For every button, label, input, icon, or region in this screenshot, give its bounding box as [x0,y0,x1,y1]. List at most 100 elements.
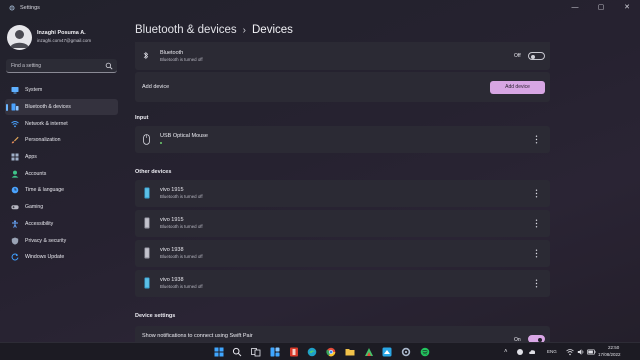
sidebar-item-accounts[interactable]: Accounts [5,165,118,182]
add-device-button[interactable]: Add device [490,81,545,94]
phone-icon [144,187,150,199]
breadcrumb-parent[interactable]: Bluetooth & devices [135,24,237,36]
brush-icon [11,136,19,144]
bluetooth-title: Bluetooth [160,50,184,56]
search-icon[interactable] [105,62,113,70]
clock-time[interactable]: 22:50 [608,345,619,350]
maximize-button[interactable]: ▢ [592,2,610,14]
app-icon-colorful[interactable] [364,347,374,357]
tray-app-icon[interactable] [516,348,524,356]
accessibility-icon [11,220,19,228]
settings-gear-icon[interactable] [401,347,411,357]
app-title: Settings [20,5,40,11]
breadcrumb: Bluetooth & devices › Devices [135,24,293,36]
search-box[interactable] [6,59,117,73]
avatar[interactable] [7,25,32,50]
device-row[interactable]: vivo 1938 Bluetooth is turned off [135,270,550,297]
sidebar-item-apps[interactable]: Apps [5,149,118,166]
clock-date[interactable]: 17/08/2022 [598,352,621,357]
bluetooth-icon [143,51,149,60]
add-device-card: Add device Add device [135,72,550,102]
add-device-label: Add device [142,84,170,90]
sidebar-item-personalization[interactable]: Personalization [5,132,118,149]
chrome-browser-icon[interactable] [326,347,336,357]
close-button[interactable]: ✕ [618,2,636,14]
device-name: vivo 1938 [160,277,184,283]
bluetooth-toggle[interactable] [528,52,545,60]
app-icon-red[interactable] [289,347,299,357]
swift-pair-row: Show notifications to connect using Swif… [135,326,550,342]
spotify-icon[interactable] [420,347,430,357]
widgets-icon[interactable] [270,347,280,357]
sidebar-item-time-language[interactable]: Time & language [5,182,118,199]
tray-chevron-icon[interactable]: ˄ [504,349,508,355]
swift-pair-label: Show notifications to connect using Swif… [142,333,253,339]
more-options-icon[interactable] [535,135,538,144]
sidebar-item-network[interactable]: Network & internet [5,115,118,132]
wifi-icon [11,120,19,128]
input-section-heading: Input [135,115,149,121]
more-options-icon[interactable] [535,219,538,228]
device-row[interactable]: vivo 1915 Bluetooth is turned off [135,180,550,207]
search-input[interactable] [11,62,101,70]
swift-pair-toggle[interactable] [528,335,545,342]
sidebar-item-accessibility[interactable]: Accessibility [5,216,118,233]
device-name: vivo 1915 [160,217,184,223]
sidebar-item-bluetooth-devices[interactable]: Bluetooth & devices [5,98,118,116]
device-name: vivo 1915 [160,187,184,193]
globe-clock-icon [11,186,19,194]
more-options-icon[interactable] [535,189,538,198]
profile-email: inzaghi.com47@gmail.com [37,38,92,43]
phone-icon [144,217,150,229]
bluetooth-status: Bluetooth is turned off [160,57,203,62]
device-status: Bluetooth is turned off [160,254,203,259]
person-avatar-icon [10,30,29,48]
device-name: USB Optical Mouse [160,133,208,139]
settings-window: Settings — ▢ ✕ Inzaghi Posuma A. inzaghi… [0,0,640,342]
apps-icon [11,153,19,161]
mouse-icon [143,134,150,145]
file-explorer-icon[interactable] [345,347,355,357]
taskbar-search-icon[interactable] [232,347,242,357]
profile-name: Inzaghi Posuma A. [37,30,86,36]
tray-wifi-icon[interactable] [566,348,574,356]
bluetooth-card: Bluetooth Bluetooth is turned off Off [135,42,550,70]
device-status: Bluetooth is turned off [160,224,203,229]
update-icon [11,253,19,261]
device-row[interactable]: USB Optical Mouse [135,126,550,153]
sidebar-item-privacy[interactable]: Privacy & security [5,232,118,249]
connected-dot-icon [160,142,162,144]
language-indicator[interactable]: ENG [547,349,557,354]
device-status: Bluetooth is turned off [160,284,203,289]
device-name: vivo 1938 [160,247,184,253]
taskbar: ˄ ENG 22:50 17/08/2022 [0,342,640,360]
device-row[interactable]: vivo 1938 Bluetooth is turned off [135,240,550,267]
person-icon [11,170,19,178]
tray-battery-icon[interactable] [587,348,596,356]
sidebar-item-gaming[interactable]: Gaming [5,199,118,216]
app-icon-blue[interactable] [382,347,392,357]
monitor-icon [11,86,19,94]
gamepad-icon [11,203,19,211]
windows-start-icon[interactable] [214,347,224,357]
bluetooth-devices-icon [11,103,19,111]
tray-volume-icon[interactable] [577,348,585,356]
sidebar-item-windows-update[interactable]: Windows Update [5,249,118,266]
edge-browser-icon[interactable] [307,347,317,357]
minimize-button[interactable]: — [566,2,584,14]
more-options-icon[interactable] [535,249,538,258]
more-options-icon[interactable] [535,279,538,288]
tray-cloud-icon[interactable] [528,348,536,356]
sidebar-item-system[interactable]: System [5,82,118,99]
task-view-icon[interactable] [251,347,261,357]
breadcrumb-separator: › [242,25,246,36]
device-settings-heading: Device settings [135,313,176,319]
other-devices-heading: Other devices [135,169,172,175]
phone-icon [144,277,150,289]
shield-icon [11,237,19,245]
sidebar-nav: System Bluetooth & devices Network & int… [5,82,118,266]
settings-app-icon [9,5,15,11]
device-status: Bluetooth is turned off [160,194,203,199]
page-title: Devices [252,24,293,36]
device-row[interactable]: vivo 1915 Bluetooth is turned off [135,210,550,237]
